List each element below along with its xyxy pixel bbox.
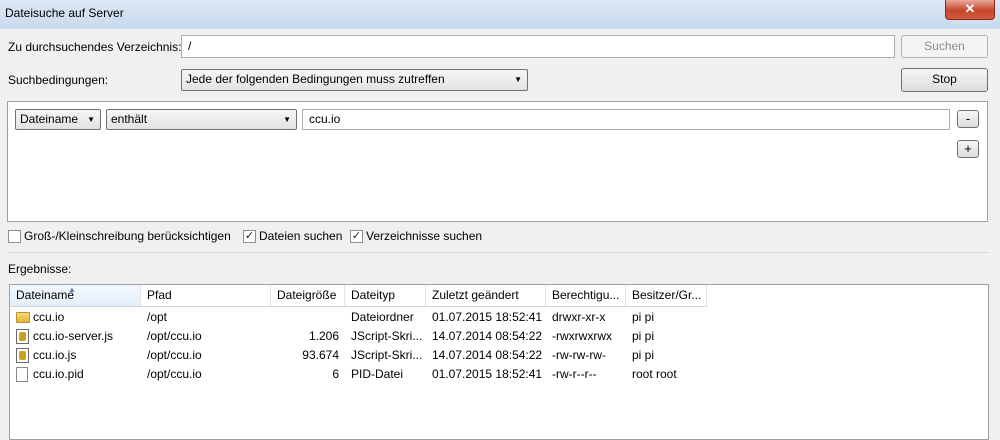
chevron-down-icon: ▼	[283, 115, 291, 124]
condition-operator-select[interactable]: enthält ▼	[106, 109, 297, 130]
case-sensitive-label: Groß-/Kleinschreibung berücksichtigen	[24, 229, 231, 243]
conditions-label: Suchbedingungen:	[8, 73, 109, 87]
conditions-value: Jede der folgenden Bedingungen muss zutr…	[186, 72, 445, 86]
file-permissions: -rwxrwxrwx	[552, 329, 612, 343]
divider	[7, 252, 988, 253]
condition-field-value: Dateiname	[20, 112, 79, 126]
file-path: /opt/ccu.io	[147, 348, 202, 362]
results-table: ▲ Dateiname Pfad Dateigröße Dateityp Zul…	[9, 284, 989, 440]
title-bar: Dateisuche auf Server ✕	[0, 0, 1000, 29]
file-name: ccu.io-server.js	[33, 329, 114, 343]
file-size: 1.206	[308, 329, 339, 343]
folder-icon	[16, 312, 30, 323]
js-file-icon	[16, 348, 29, 363]
column-header-pfad[interactable]: Pfad	[141, 285, 271, 307]
results-label: Ergebnisse:	[8, 262, 72, 276]
column-header-zuletzt-geaendert[interactable]: Zuletzt geändert	[426, 285, 546, 307]
conditions-select[interactable]: Jede der folgenden Bedingungen muss zutr…	[181, 69, 528, 91]
directory-label: Zu durchsuchendes Verzeichnis:	[8, 40, 182, 54]
search-files-label: Dateien suchen	[259, 229, 343, 243]
column-header-dateigroesse[interactable]: Dateigröße	[271, 285, 345, 307]
file-owner: root root	[632, 367, 677, 381]
file-permissions: -rw-r--r--	[552, 367, 597, 381]
column-header-berechtigungen[interactable]: Berechtigu...	[546, 285, 626, 307]
file-size	[273, 308, 339, 327]
case-sensitive-checkbox[interactable]	[8, 230, 21, 243]
table-row[interactable]: ccu.io.pid /opt/ccu.io 6 PID-Datei 01.07…	[10, 365, 988, 384]
file-type: JScript-Skri...	[351, 329, 423, 343]
search-directories-checkbox[interactable]: ✓	[350, 230, 363, 243]
file-name: ccu.io	[33, 310, 65, 324]
file-modified: 14.07.2014 08:54:22	[432, 329, 543, 343]
file-modified: 14.07.2014 08:54:22	[432, 348, 543, 362]
column-header-besitzer-gruppe[interactable]: Besitzer/Gr...	[626, 285, 707, 307]
condition-operator-value: enthält	[111, 112, 148, 126]
directory-input[interactable]: /	[181, 35, 895, 58]
condition-value-input[interactable]: ccu.io	[302, 109, 950, 130]
sort-ascending-icon: ▲	[68, 285, 76, 294]
file-type: JScript-Skri...	[351, 348, 423, 362]
search-button[interactable]: Suchen	[901, 35, 988, 58]
file-modified: 01.07.2015 18:52:41	[432, 310, 543, 324]
table-row[interactable]: ccu.io /opt Dateiordner 01.07.2015 18:52…	[10, 308, 988, 327]
file-path: /opt/ccu.io	[147, 329, 202, 343]
file-name: ccu.io.js	[33, 348, 77, 362]
file-owner: pi pi	[632, 348, 655, 362]
add-condition-button[interactable]: +	[957, 140, 979, 158]
condition-field-select[interactable]: Dateiname ▼	[15, 109, 101, 130]
file-path: /opt	[147, 310, 168, 324]
stop-button[interactable]: Stop	[901, 68, 988, 92]
table-row[interactable]: ccu.io-server.js /opt/ccu.io 1.206 JScri…	[10, 327, 988, 346]
file-name: ccu.io.pid	[33, 367, 84, 381]
column-header-dateiname[interactable]: ▲ Dateiname	[10, 285, 141, 307]
close-button[interactable]: ✕	[945, 0, 995, 20]
file-icon	[16, 367, 28, 382]
search-files-checkbox[interactable]: ✓	[243, 230, 256, 243]
file-owner: pi pi	[632, 329, 655, 343]
window-title: Dateisuche auf Server	[5, 6, 124, 20]
file-type: PID-Datei	[351, 367, 404, 381]
file-size: 6	[332, 367, 339, 381]
file-type: Dateiordner	[351, 310, 414, 324]
js-file-icon	[16, 329, 29, 344]
search-directories-label: Verzeichnisse suchen	[366, 229, 483, 243]
table-row[interactable]: ccu.io.js /opt/ccu.io 93.674 JScript-Skr…	[10, 346, 988, 365]
file-owner: pi pi	[632, 310, 655, 324]
remove-condition-button[interactable]: -	[957, 110, 979, 128]
column-header-dateityp[interactable]: Dateityp	[345, 285, 426, 307]
file-modified: 01.07.2015 18:52:41	[432, 367, 543, 381]
file-permissions: -rw-rw-rw-	[552, 348, 606, 362]
file-size: 93.674	[302, 348, 339, 362]
file-permissions: drwxr-xr-x	[552, 310, 606, 324]
file-path: /opt/ccu.io	[147, 367, 202, 381]
chevron-down-icon: ▼	[514, 75, 522, 84]
chevron-down-icon: ▼	[87, 115, 95, 124]
